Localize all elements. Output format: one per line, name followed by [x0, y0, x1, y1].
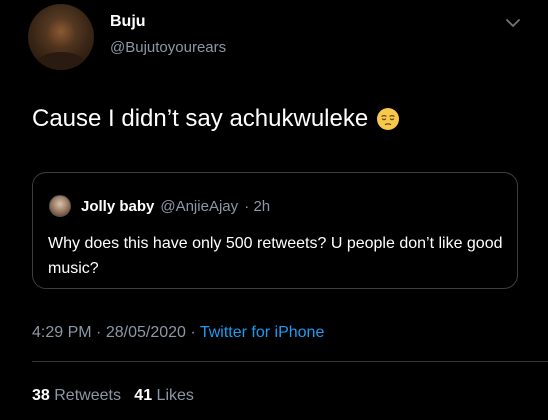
quoted-author-avatar: [49, 195, 71, 217]
quoted-author-name: Jolly baby: [81, 198, 155, 215]
retweets-count: 38: [32, 387, 50, 404]
retweets-label: Retweets: [54, 387, 121, 404]
tweet-stats: 38 Retweets 41 Likes: [32, 387, 194, 405]
tweet-time[interactable]: 4:29 PM: [32, 324, 92, 341]
chevron-down-icon[interactable]: [504, 14, 522, 32]
meta-separator: ·: [96, 324, 102, 341]
divider: [32, 361, 548, 362]
avatar-shirt: [34, 52, 88, 70]
quoted-tweet-header: Jolly baby @AnjieAjay · 2h: [81, 198, 270, 215]
tweet-text: Cause I didn’t say achukwuleke: [32, 105, 369, 132]
retweets-stat[interactable]: 38 Retweets: [32, 387, 121, 404]
quoted-author-handle: @AnjieAjay: [160, 198, 239, 215]
quoted-tweet-card[interactable]: Jolly baby @AnjieAjay · 2h Why does this …: [32, 172, 518, 289]
tweet-meta: 4:29 PM · 28/05/2020 · Twitter for iPhon…: [32, 324, 324, 342]
author-handle[interactable]: @Bujutoyourears: [110, 39, 226, 56]
tweet-date[interactable]: 28/05/2020: [106, 324, 186, 341]
quoted-tweet-text: Why does this have only 500 retweets? U …: [48, 235, 503, 277]
tweet-source-link[interactable]: Twitter for iPhone: [200, 324, 325, 341]
meta-separator: ·: [190, 324, 196, 341]
likes-label: Likes: [156, 387, 194, 404]
avatar-face: [48, 18, 74, 52]
quoted-tweet-time: · 2h: [244, 198, 271, 215]
likes-stat[interactable]: 41 Likes: [134, 387, 194, 404]
likes-count: 41: [134, 387, 153, 404]
tweet-body: Cause I didn’t say achukwuleke: [32, 105, 400, 133]
author-avatar[interactable]: [28, 4, 94, 70]
pensive-face-icon: [377, 108, 400, 130]
author-display-name[interactable]: Buju: [110, 13, 146, 31]
